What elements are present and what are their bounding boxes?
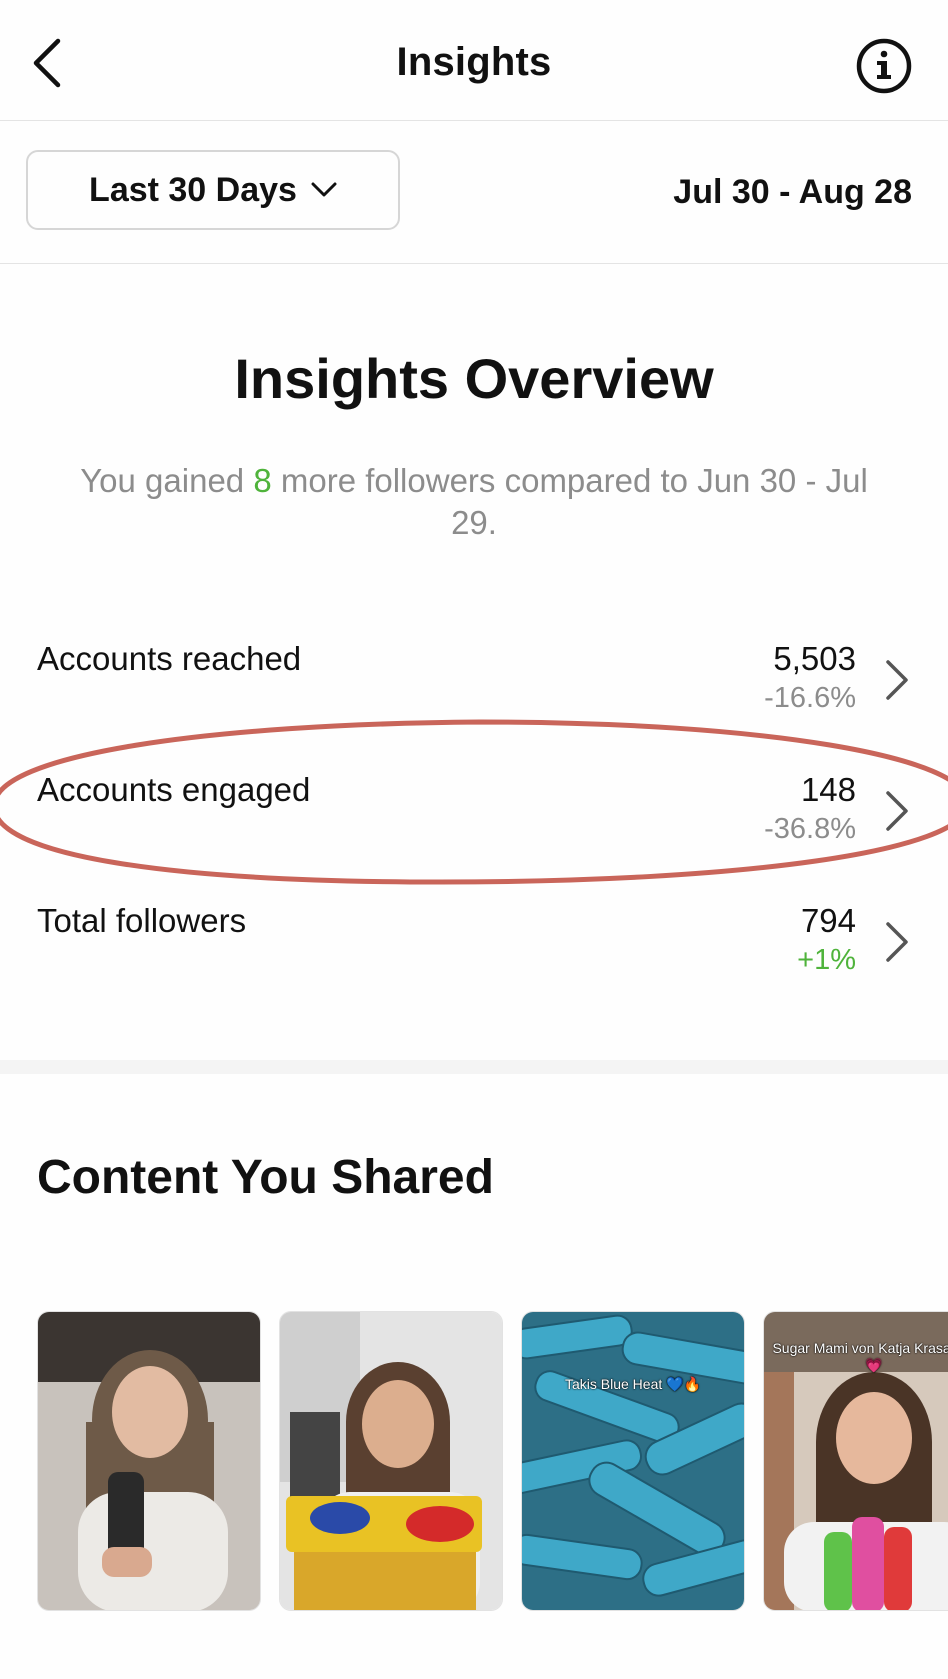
overview-title: Insights Overview bbox=[234, 347, 714, 410]
summary-prefix: You gained bbox=[80, 462, 254, 499]
metric-value: 148 bbox=[800, 771, 856, 808]
chevron-down-icon bbox=[311, 182, 337, 197]
thumbnail-image bbox=[280, 1312, 502, 1610]
metric-row-accounts-engaged[interactable]: Accounts engaged 148 -36.8% bbox=[0, 761, 948, 871]
content-thumbnail[interactable] bbox=[37, 1311, 261, 1611]
metric-change: -16.6% bbox=[764, 682, 856, 714]
metric-label: Accounts reached bbox=[37, 640, 302, 677]
info-icon bbox=[856, 38, 912, 94]
thumbnail-image bbox=[522, 1312, 744, 1610]
overview-summary: You gained 8 more followers compared to … bbox=[70, 460, 878, 544]
summary-suffix: more followers compared to Jun 30 - Jul … bbox=[271, 462, 868, 541]
metric-label: Total followers bbox=[37, 902, 247, 939]
section-divider bbox=[0, 1060, 948, 1074]
chevron-right-icon bbox=[886, 660, 908, 700]
metric-change: +1% bbox=[797, 944, 856, 976]
metric-label: Accounts engaged bbox=[37, 771, 311, 808]
metric-change: -36.8% bbox=[764, 813, 856, 845]
content-thumbnail[interactable] bbox=[279, 1311, 503, 1611]
content-thumbnail[interactable]: Sugar Mami von Katja Krasavice💗 bbox=[763, 1311, 948, 1611]
content-thumbnail[interactable]: Takis Blue Heat 💙🔥 bbox=[521, 1311, 745, 1611]
gained-count: 8 bbox=[253, 462, 272, 499]
date-range-dropdown[interactable]: Last 30 Days bbox=[26, 150, 400, 230]
filter-bar: Last 30 Days Jul 30 - Aug 28 bbox=[0, 121, 948, 264]
chevron-right-icon bbox=[886, 791, 908, 831]
thumbnail-caption: Takis Blue Heat 💙🔥 bbox=[564, 1376, 702, 1392]
page-title: Insights bbox=[396, 40, 552, 84]
top-bar: Insights bbox=[0, 0, 948, 121]
content-thumbnails: Takis Blue Heat 💙🔥 Sugar Mami von Katja … bbox=[37, 1311, 948, 1613]
thumbnail-image bbox=[38, 1312, 260, 1610]
metric-value: 794 bbox=[800, 902, 856, 939]
date-range-dropdown-label: Last 30 Days bbox=[89, 170, 297, 209]
date-range-text: Jul 30 - Aug 28 bbox=[673, 173, 912, 211]
metric-row-total-followers[interactable]: Total followers 794 +1% bbox=[0, 892, 948, 1002]
content-section-title: Content You Shared bbox=[37, 1151, 494, 1204]
chevron-right-icon bbox=[886, 922, 908, 962]
metric-value: 5,503 bbox=[773, 640, 856, 677]
info-button[interactable] bbox=[854, 36, 914, 96]
metric-row-accounts-reached[interactable]: Accounts reached 5,503 -16.6% bbox=[0, 630, 948, 740]
thumbnail-caption: Sugar Mami von Katja Krasavice💗 bbox=[772, 1340, 948, 1373]
